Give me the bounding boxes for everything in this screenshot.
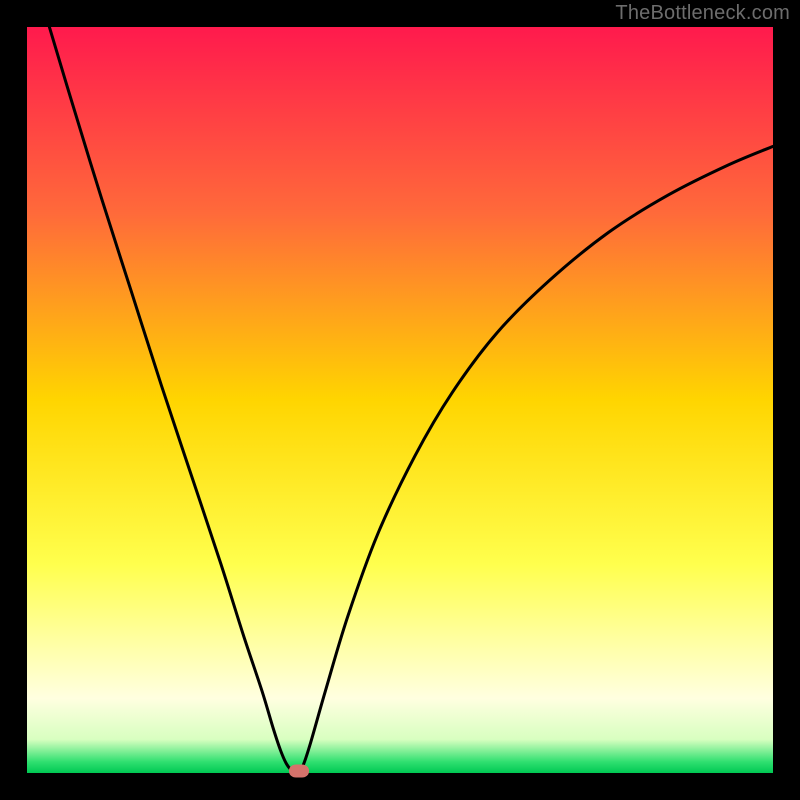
bottleneck-chart	[27, 27, 773, 773]
stage: TheBottleneck.com	[0, 0, 800, 800]
chart-background	[27, 27, 773, 773]
current-point-marker	[289, 764, 309, 777]
plot-area	[27, 27, 773, 773]
watermark-text: TheBottleneck.com	[615, 2, 790, 25]
